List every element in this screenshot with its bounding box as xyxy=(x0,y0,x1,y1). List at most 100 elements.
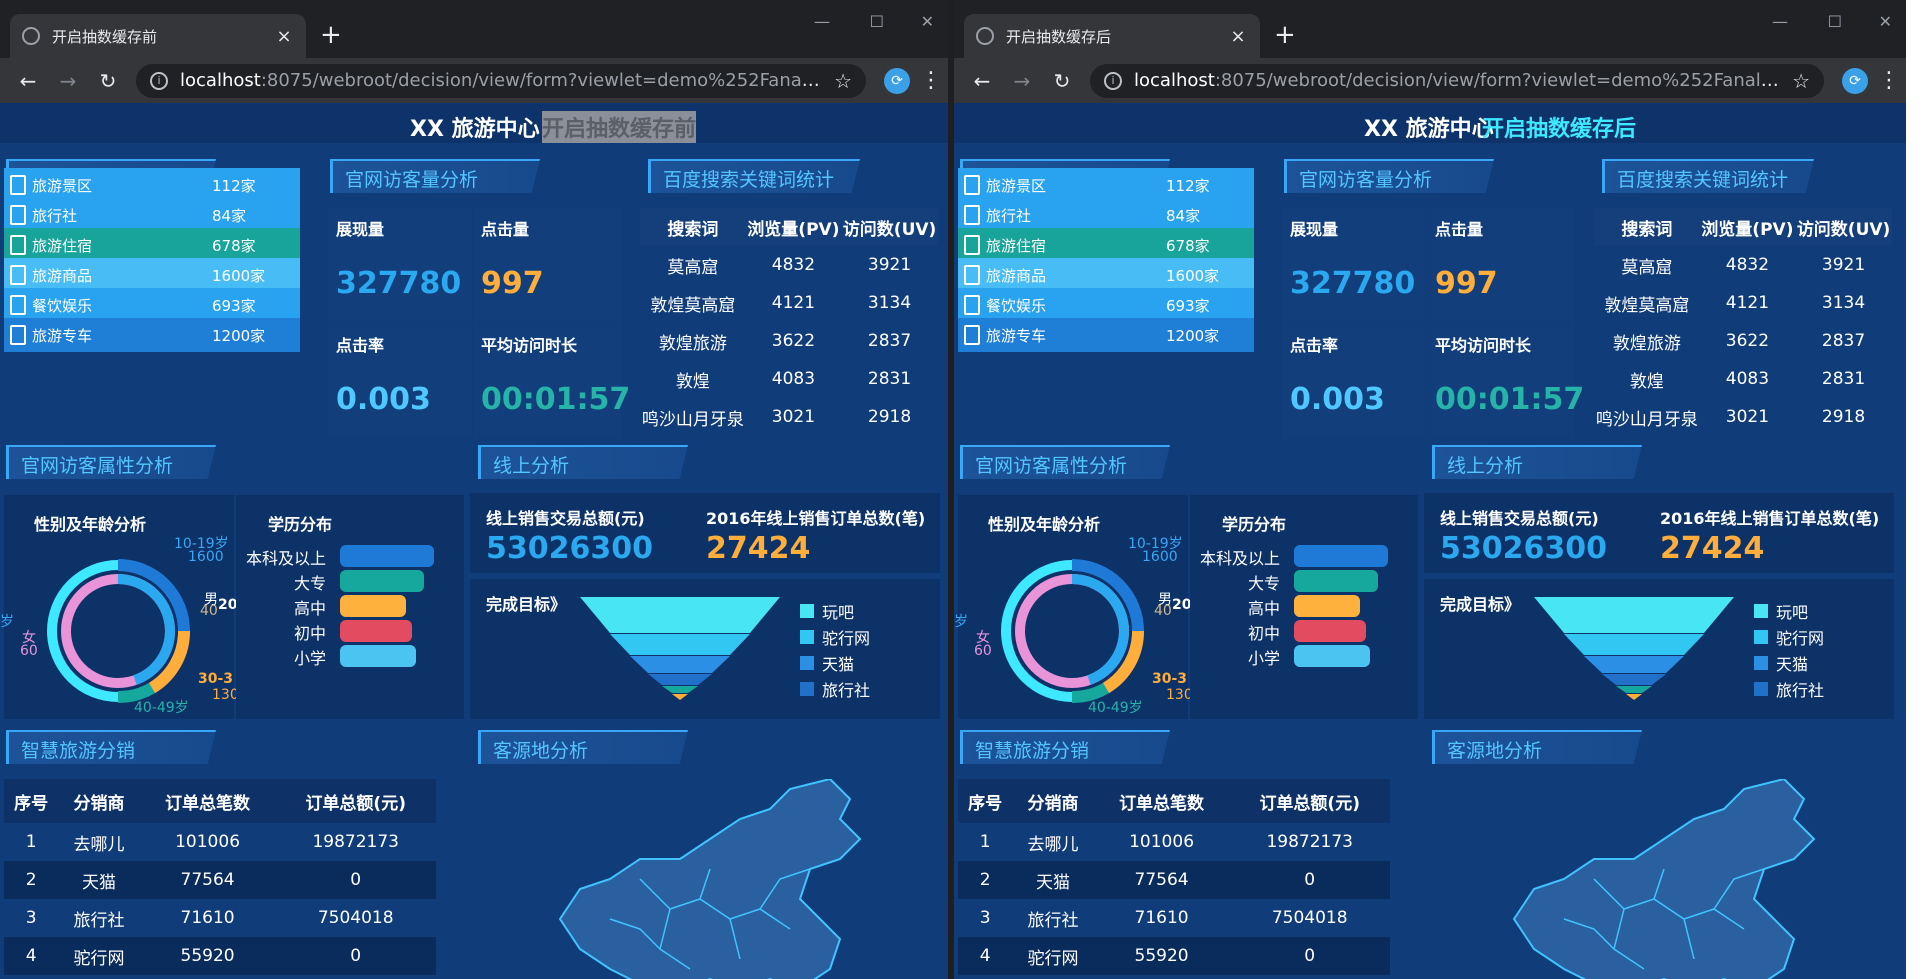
city-name: 旅游商品 xyxy=(32,266,93,285)
city-count: 693家 xyxy=(212,296,256,315)
city-row[interactable]: 旅游专车 1200家 xyxy=(958,318,1254,352)
keyword-row: 敦煌 4083 2831 xyxy=(640,360,938,398)
keyword-cell: 3021 xyxy=(1725,407,1770,427)
label-age-cut: 岁 xyxy=(954,614,968,630)
info-icon[interactable]: i xyxy=(1104,71,1122,90)
city-row[interactable]: 旅游景区 112家 xyxy=(4,168,300,202)
menu-icon[interactable]: ⋮ xyxy=(920,68,942,93)
keyword-header: 访问数(UV) xyxy=(1795,208,1892,246)
keyword-cell: 莫高窟 xyxy=(667,257,719,278)
browser-tab[interactable]: 开启抽数缓存后 × xyxy=(964,14,1260,58)
close-window-button[interactable]: ✕ xyxy=(921,12,934,31)
map-outline xyxy=(1512,779,1816,979)
kpi-label: 点击率 xyxy=(1290,336,1339,355)
city-row[interactable]: 旅行社 84家 xyxy=(4,198,300,232)
keyword-cell: 4832 xyxy=(771,255,816,275)
extension-icon[interactable]: ⟳ xyxy=(884,67,910,94)
kpi-value: 997 xyxy=(1435,266,1498,301)
label-age-20: 20 xyxy=(1172,597,1192,613)
browser-tab[interactable]: 开启抽数缓存前 × xyxy=(10,14,306,58)
legend-label: 玩吧 xyxy=(822,603,855,622)
distribution-cell: 去哪儿 xyxy=(73,834,125,855)
keyword-row: 敦煌 4083 2831 xyxy=(1594,360,1892,398)
address-bar[interactable]: i localhost:8075/webroot/decision/view/f… xyxy=(136,63,866,98)
distribution-cell: 55920 xyxy=(139,937,276,975)
label-male-value: 40 xyxy=(200,603,218,619)
address-bar[interactable]: i localhost:8075/webroot/decision/view/f… xyxy=(1090,63,1824,98)
kpi-value: 00:01:57 xyxy=(481,382,631,417)
bookmark-star-icon[interactable]: ☆ xyxy=(834,69,852,93)
distribution-header-row: 序号 分销商 订单总笔数 订单总额(元) xyxy=(4,779,436,823)
city-row[interactable]: 旅游商品 1600家 xyxy=(4,258,300,292)
keyword-cell: 3622 xyxy=(1725,331,1770,351)
education-label: 初中 xyxy=(1247,624,1280,643)
minimize-button[interactable]: — xyxy=(1772,12,1788,31)
city-icon xyxy=(964,325,980,345)
maximize-button[interactable]: ☐ xyxy=(870,12,884,31)
city-row[interactable]: 旅游住宿 678家 xyxy=(4,228,300,262)
forward-button[interactable]: → xyxy=(1002,69,1042,93)
funnel-legend-item: 驼行网 xyxy=(1754,625,1824,649)
dashboard-brand: XX 旅游中心 xyxy=(410,117,540,142)
funnel-step-玩吧 xyxy=(1534,597,1734,633)
funnel-legend-item: 天猫 xyxy=(800,651,854,675)
city-row[interactable]: 旅游景区 112家 xyxy=(958,168,1254,202)
distribution-cell: 101006 xyxy=(175,832,241,852)
city-icon xyxy=(10,265,26,285)
city-row[interactable]: 旅游住宿 678家 xyxy=(958,228,1254,262)
label-age-40-49: 40-49岁 xyxy=(1088,700,1143,716)
bookmark-star-icon[interactable]: ☆ xyxy=(1792,69,1810,93)
legend-label: 旅行社 xyxy=(822,681,871,700)
china-map xyxy=(1512,779,1816,979)
kpi-impressions: 展现量 327780 xyxy=(1282,208,1426,323)
legend-label: 旅行社 xyxy=(1776,681,1825,700)
close-tab-icon[interactable]: × xyxy=(1228,26,1248,47)
city-row[interactable]: 旅游专车 1200家 xyxy=(4,318,300,352)
keyword-header: 搜索词 xyxy=(640,208,746,246)
dashboard-brand: XX 旅游中心 xyxy=(1364,117,1494,142)
keyword-cell: 3021 xyxy=(771,407,816,427)
maximize-button[interactable]: ☐ xyxy=(1828,12,1842,31)
donut-hole xyxy=(1032,591,1112,671)
city-row[interactable]: 旅行社 84家 xyxy=(958,198,1254,232)
city-name: 旅游景区 xyxy=(986,176,1047,195)
distribution-row: 3 旅行社 71610 7504018 xyxy=(958,899,1390,937)
new-tab-button[interactable]: + xyxy=(320,20,342,50)
segment-40-49 xyxy=(117,682,156,704)
label-female-value: 60 xyxy=(20,643,38,659)
city-row[interactable]: 旅游商品 1600家 xyxy=(958,258,1254,292)
kpi-label: 点击量 xyxy=(1435,220,1484,239)
city-row[interactable]: 餐饮娱乐 693家 xyxy=(4,288,300,322)
reload-button[interactable]: ↻ xyxy=(88,69,128,93)
url-path: :8075/webroot/decision/view/form?viewlet… xyxy=(1214,70,1783,91)
back-button[interactable]: ← xyxy=(8,69,48,93)
minimize-button[interactable]: — xyxy=(814,12,830,31)
reload-button[interactable]: ↻ xyxy=(1042,69,1082,93)
close-tab-icon[interactable]: × xyxy=(274,26,294,47)
section-title-online: 线上分析 xyxy=(478,445,688,479)
new-tab-button[interactable]: + xyxy=(1274,20,1296,50)
funnel-step-6 xyxy=(1626,694,1642,700)
city-name: 旅行社 xyxy=(986,206,1032,225)
city-name: 旅游住宿 xyxy=(32,236,93,255)
kpi-label: 平均访问时长 xyxy=(481,336,578,355)
forward-button[interactable]: → xyxy=(48,69,88,93)
orders-label: 2016年线上销售订单总数(笔) xyxy=(706,509,926,528)
back-button[interactable]: ← xyxy=(962,69,1002,93)
close-window-button[interactable]: ✕ xyxy=(1879,12,1892,31)
info-icon[interactable]: i xyxy=(150,71,168,90)
funnel-step-旅行社 xyxy=(1602,674,1666,685)
extension-icon[interactable]: ⟳ xyxy=(1842,67,1868,94)
distribution-header-row: 序号 分销商 订单总笔数 订单总额(元) xyxy=(958,779,1390,823)
keyword-table: 搜索词 浏览量(PV) 访问数(UV) 莫高窟 4832 3921 敦煌莫高窟 4121 313… xyxy=(1594,208,1892,436)
city-count: 678家 xyxy=(1166,236,1210,255)
city-row[interactable]: 餐饮娱乐 693家 xyxy=(958,288,1254,322)
education-bar xyxy=(1294,570,1378,592)
city-name: 旅游专车 xyxy=(986,326,1047,345)
map-outline xyxy=(558,779,862,979)
segment-40-49 xyxy=(1071,682,1110,704)
funnel-chart xyxy=(1534,597,1734,700)
menu-icon[interactable]: ⋮ xyxy=(1878,68,1900,93)
gender-age-donut xyxy=(1001,559,1145,704)
distribution-cell: 3 xyxy=(979,908,991,928)
